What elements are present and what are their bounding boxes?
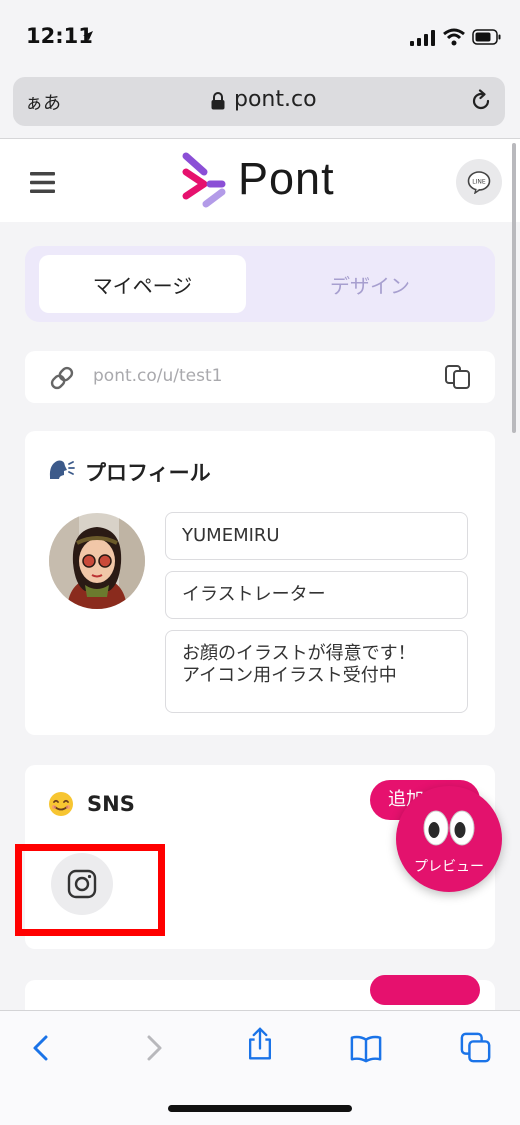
home-indicator bbox=[168, 1105, 352, 1112]
link-icon bbox=[50, 366, 74, 390]
avatar[interactable] bbox=[49, 513, 145, 609]
smiling-face-icon bbox=[49, 792, 73, 816]
url-text: pont.co bbox=[234, 87, 317, 112]
bio-field[interactable]: お顔のイラストが得意です！ アイコン用イラスト受付中 bbox=[165, 630, 468, 713]
line-button[interactable]: LINE bbox=[456, 159, 502, 205]
preview-label: プレビュー bbox=[414, 859, 484, 875]
tab-bar: マイページ デザイン bbox=[25, 246, 495, 322]
tab-design[interactable]: デザイン bbox=[265, 255, 475, 313]
logo-text: Pont bbox=[238, 153, 335, 204]
eyes-icon bbox=[423, 810, 475, 846]
next-add-button[interactable] bbox=[370, 975, 480, 1005]
scroll-indicator[interactable] bbox=[512, 143, 516, 433]
tab-mypage[interactable]: マイページ bbox=[39, 255, 246, 313]
lock-icon bbox=[211, 92, 225, 110]
text-size-button[interactable]: ぁあ bbox=[25, 89, 61, 115]
reload-icon[interactable] bbox=[469, 89, 493, 113]
profile-url: pont.co/u/test1 bbox=[93, 366, 223, 386]
cellular-signal-icon bbox=[410, 30, 435, 46]
highlight-annotation-box bbox=[15, 844, 165, 936]
forward-arrow-icon[interactable] bbox=[137, 1031, 169, 1065]
copy-icon[interactable] bbox=[443, 363, 473, 391]
line-chat-icon: LINE bbox=[467, 171, 491, 194]
share-icon[interactable] bbox=[244, 1027, 276, 1061]
battery-icon bbox=[472, 29, 501, 45]
profile-link-card: pont.co/u/test1 bbox=[25, 351, 495, 403]
wifi-icon bbox=[443, 28, 465, 46]
name-field[interactable]: YUMEMIRU bbox=[165, 512, 468, 560]
preview-button[interactable]: プレビュー bbox=[396, 786, 502, 892]
bookmarks-book-icon[interactable] bbox=[350, 1031, 382, 1065]
address-bar[interactable]: ぁあ pont.co bbox=[13, 77, 505, 126]
pont-logo-icon[interactable] bbox=[180, 152, 228, 210]
line-badge-text: LINE bbox=[472, 179, 486, 186]
sns-section-title: SNS bbox=[87, 792, 135, 816]
role-field[interactable]: イラストレーター bbox=[165, 571, 468, 619]
tabs-icon[interactable] bbox=[460, 1031, 492, 1065]
back-arrow-icon[interactable] bbox=[26, 1031, 58, 1065]
status-bar: 12:11 bbox=[0, 0, 520, 72]
location-arrow-icon bbox=[83, 31, 93, 41]
app-header: Pont LINE bbox=[0, 139, 520, 222]
speaking-head-icon bbox=[49, 460, 75, 479]
hamburger-menu-icon[interactable] bbox=[30, 172, 55, 193]
profile-card: プロフィール YUMEMIRU イラストレーター お顔のイラストが得意です！ ア… bbox=[25, 431, 495, 735]
profile-section-title: プロフィール bbox=[85, 461, 211, 485]
